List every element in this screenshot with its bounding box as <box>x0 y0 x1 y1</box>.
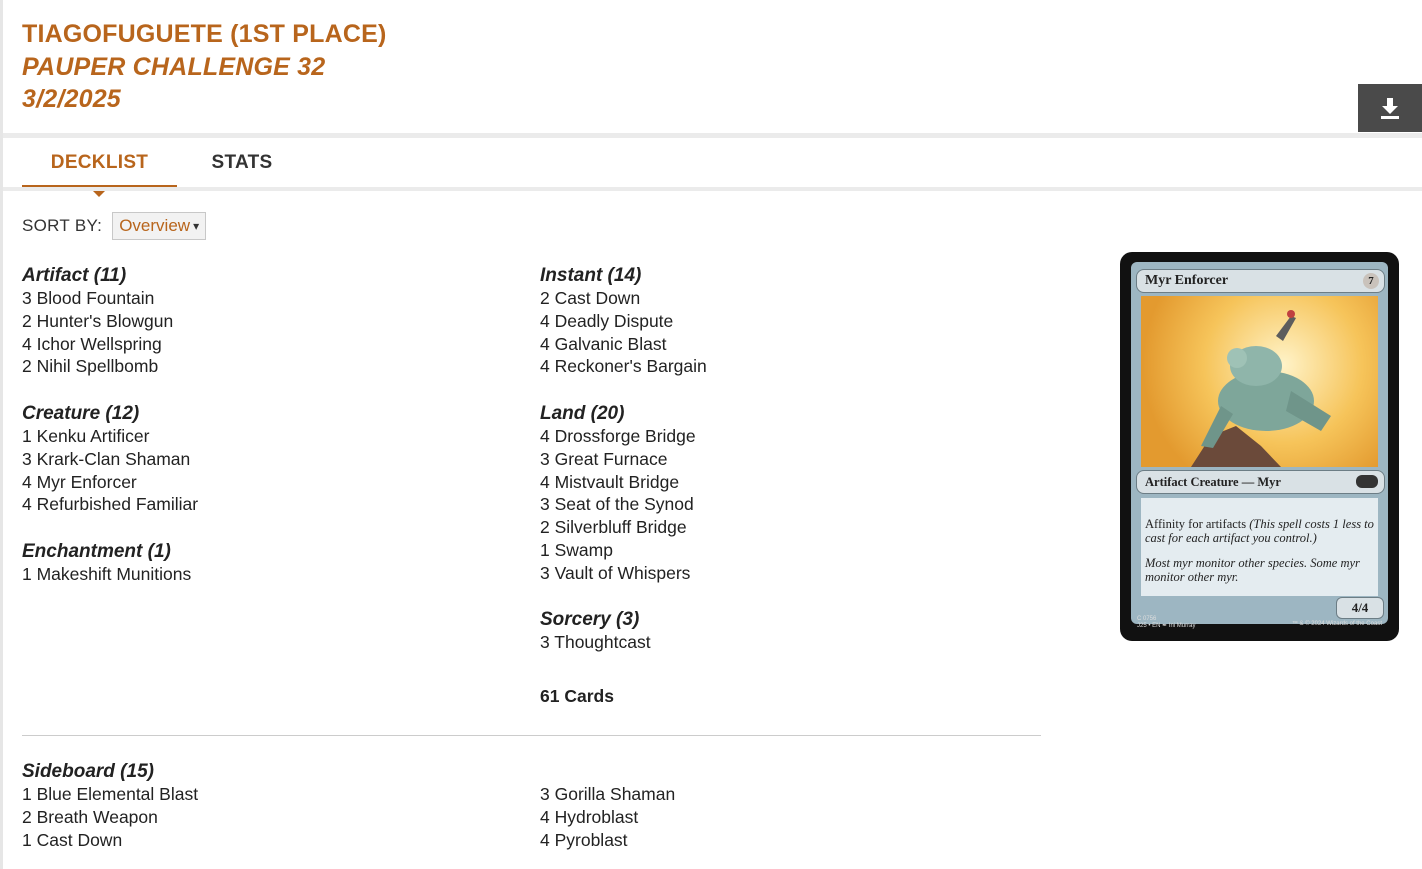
group-sorcery: Sorcery (3) 3 Thoughtcast <box>540 608 651 654</box>
card-copyright: ™ & © 2024 Wizards of the Coast <box>1291 621 1382 627</box>
sort-by-label: SORT BY: <box>22 216 103 235</box>
card-line[interactable]: 4 Refurbished Familiar <box>22 493 198 516</box>
card-collector-info: C 0756 J25 • EN ✒ Ini Murray <box>1137 616 1195 630</box>
tab-stats[interactable]: STATS <box>202 140 282 185</box>
card-line[interactable]: 4 Reckoner's Bargain <box>540 355 707 378</box>
set-line: J25 • EN ✒ Ini Murray <box>1137 623 1196 629</box>
card-line[interactable]: 3 Blood Fountain <box>22 287 173 310</box>
card-line[interactable]: 3 Gorilla Shaman <box>540 783 675 806</box>
collector-number: C 0756 <box>1137 616 1157 622</box>
header-divider <box>3 133 1422 138</box>
card-line[interactable]: 2 Nihil Spellbomb <box>22 355 173 378</box>
card-type-bar: Artifact Creature — Myr <box>1136 470 1385 494</box>
group-artifact: Artifact (11) 3 Blood Fountain 2 Hunter'… <box>22 264 173 378</box>
group-title: Creature (12) <box>22 403 140 424</box>
card-preview-image: Myr Enforcer 7 Artifact Creature — Myr A… <box>1120 252 1399 641</box>
card-line[interactable]: 1 Swamp <box>540 539 696 562</box>
sideboard-title: Sideboard (15) <box>22 761 154 782</box>
set-symbol-icon <box>1356 475 1378 488</box>
card-line[interactable]: 3 Vault of Whispers <box>540 562 696 585</box>
card-line[interactable]: 1 Makeshift Munitions <box>22 563 191 586</box>
card-line[interactable]: 4 Galvanic Blast <box>540 333 707 356</box>
group-title: Sorcery (3) <box>540 609 640 630</box>
player-name: TIAGOFUGUETE (1ST PLACE) <box>22 20 387 48</box>
card-line[interactable]: 4 Ichor Wellspring <box>22 333 173 356</box>
sort-select[interactable]: Overview ▾ <box>112 212 207 240</box>
sideboard-col-1: Sideboard (15) 1 Blue Elemental Blast 2 … <box>22 760 198 851</box>
card-line[interactable]: 1 Blue Elemental Blast <box>22 783 198 806</box>
page-left-edge <box>0 0 3 869</box>
card-type: Artifact Creature — Myr <box>1145 475 1281 489</box>
card-rules-keyword: Affinity for artifacts <box>1145 517 1250 531</box>
card-name-bar: Myr Enforcer 7 <box>1136 269 1385 293</box>
group-land: Land (20) 4 Drossforge Bridge 3 Great Fu… <box>540 402 696 585</box>
tabs-divider <box>3 187 1422 191</box>
mana-cost: 7 <box>1363 273 1379 289</box>
download-icon <box>1381 98 1399 119</box>
event-name: PAUPER CHALLENGE 32 <box>22 52 326 81</box>
event-date: 3/2/2025 <box>22 85 121 113</box>
group-title: Instant (14) <box>540 265 642 286</box>
card-line[interactable]: 2 Breath Weapon <box>22 806 198 829</box>
card-art <box>1141 296 1378 467</box>
group-enchantment: Enchantment (1) 1 Makeshift Munitions <box>22 540 191 586</box>
sideboard-divider <box>22 735 1041 736</box>
group-instant: Instant (14) 2 Cast Down 4 Deadly Disput… <box>540 264 707 378</box>
card-line[interactable]: 4 Myr Enforcer <box>22 471 198 494</box>
download-button[interactable] <box>1358 84 1422 132</box>
card-line[interactable]: 4 Drossforge Bridge <box>540 425 696 448</box>
card-line[interactable]: 4 Pyroblast <box>540 829 675 852</box>
card-line[interactable]: 4 Deadly Dispute <box>540 310 707 333</box>
card-line[interactable]: 2 Cast Down <box>540 287 707 310</box>
group-creature: Creature (12) 1 Kenku Artificer 3 Krark-… <box>22 402 198 516</box>
card-line[interactable]: 1 Kenku Artificer <box>22 425 198 448</box>
sort-control: SORT BY: Overview ▾ <box>22 212 207 240</box>
tab-decklist[interactable]: DECKLIST <box>22 140 177 189</box>
card-line[interactable]: 1 Cast Down <box>22 829 198 852</box>
card-line[interactable]: 4 Hydroblast <box>540 806 675 829</box>
card-line[interactable]: 2 Hunter's Blowgun <box>22 310 173 333</box>
sideboard-col-2: 3 Gorilla Shaman 4 Hydroblast 4 Pyroblas… <box>540 783 675 851</box>
card-line[interactable]: 3 Thoughtcast <box>540 631 651 654</box>
deck-header: TIAGOFUGUETE (1ST PLACE) PAUPER CHALLENG… <box>22 18 387 116</box>
card-line[interactable]: 3 Krark-Clan Shaman <box>22 448 198 471</box>
card-text-box: Affinity for artifacts (This spell costs… <box>1141 498 1378 596</box>
card-line[interactable]: 3 Great Furnace <box>540 448 696 471</box>
card-flavor-text: Most myr monitor other species. Some myr… <box>1145 556 1360 584</box>
card-total: 61 Cards <box>540 686 614 706</box>
myr-creature-art <box>1191 310 1331 467</box>
sort-select-value: Overview <box>119 216 191 235</box>
group-title: Artifact (11) <box>22 265 127 286</box>
group-title: Enchantment (1) <box>22 541 171 562</box>
chevron-down-icon: ▾ <box>193 219 200 233</box>
group-title: Land (20) <box>540 403 625 424</box>
card-power-toughness: 4/4 <box>1336 597 1384 619</box>
card-name: Myr Enforcer <box>1145 273 1229 288</box>
card-line[interactable]: 2 Silverbluff Bridge <box>540 516 696 539</box>
card-rules-text: Affinity for artifacts (This spell costs… <box>1145 517 1375 545</box>
card-line[interactable]: 4 Mistvault Bridge <box>540 471 696 494</box>
card-line[interactable]: 3 Seat of the Synod <box>540 493 696 516</box>
